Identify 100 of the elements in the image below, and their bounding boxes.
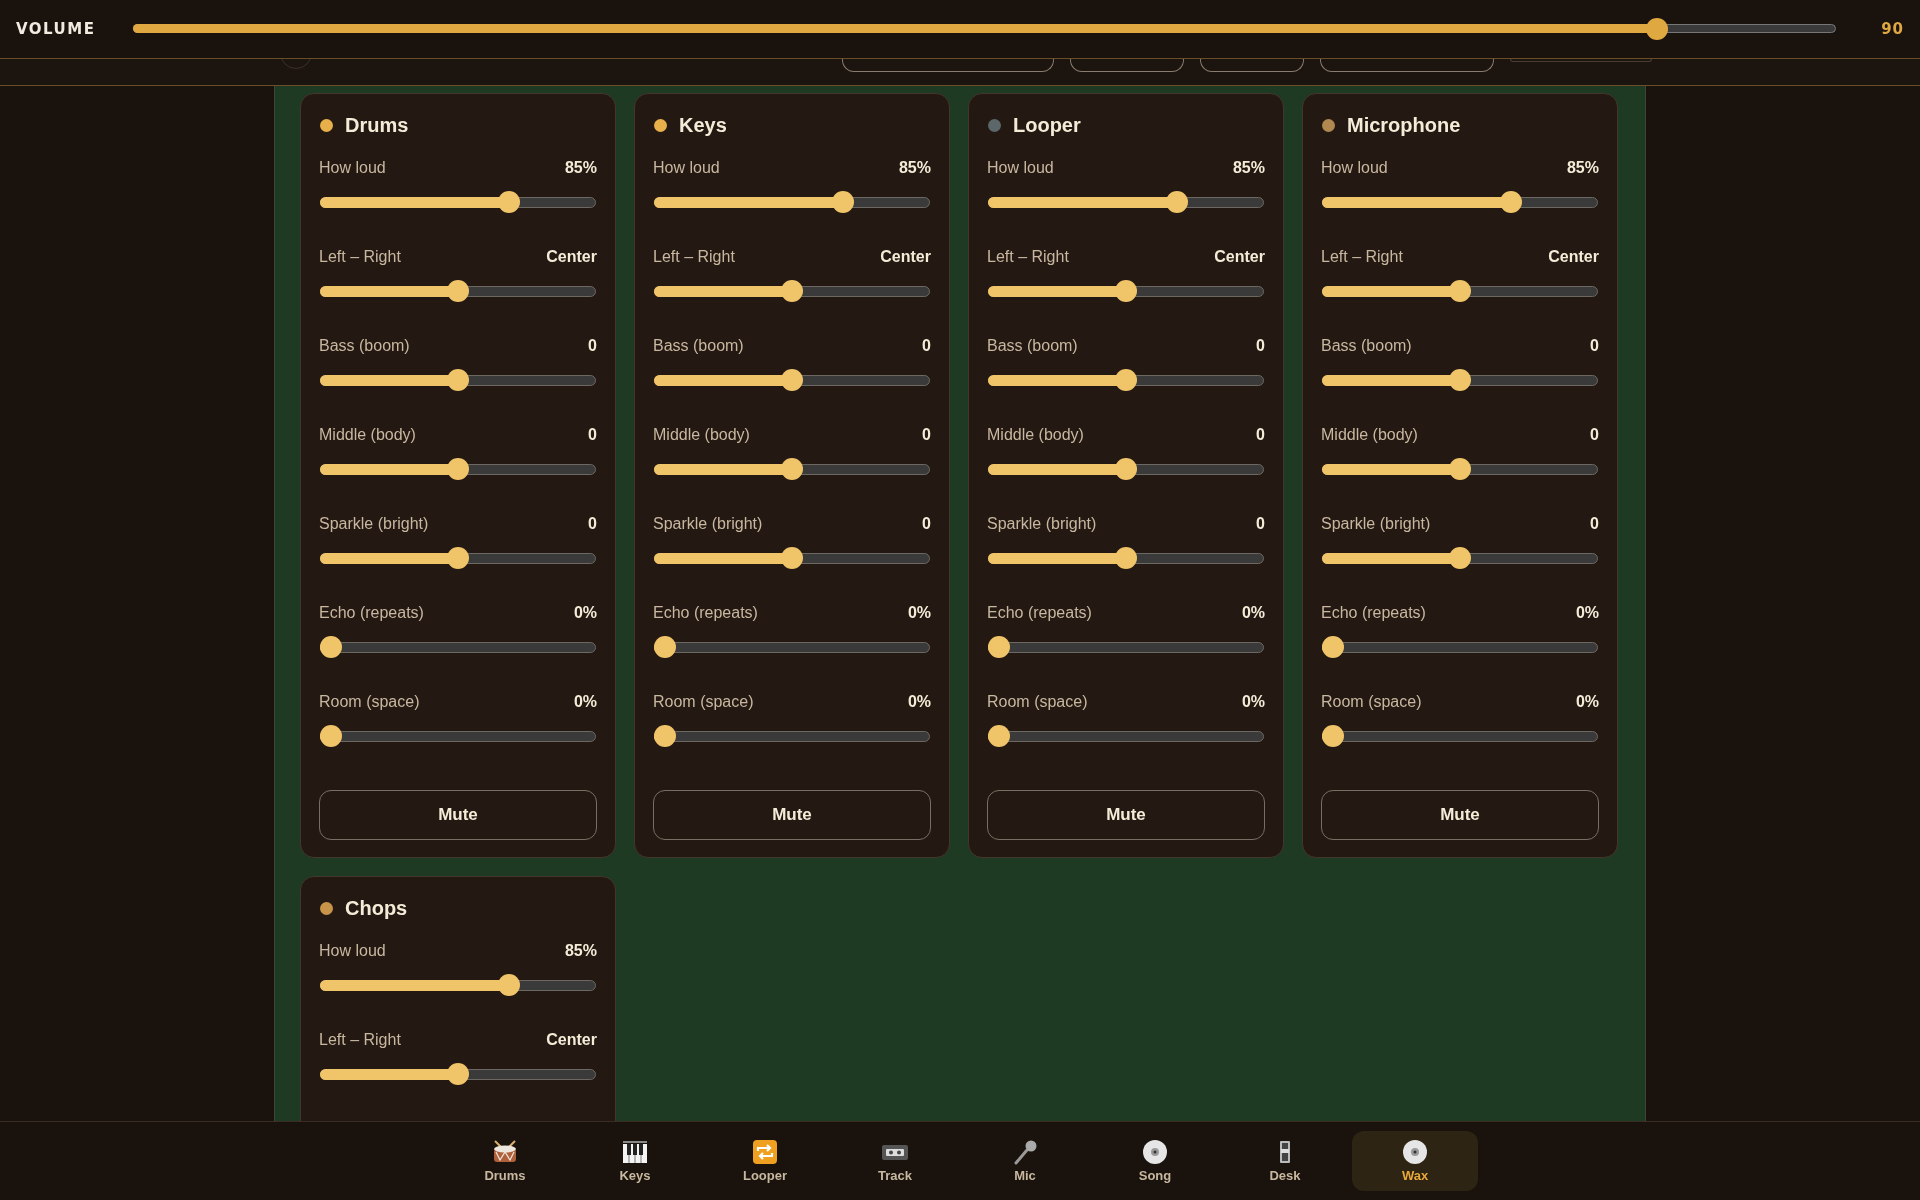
channel-name: Looper: [1013, 113, 1081, 137]
slider-thumb[interactable]: [1115, 547, 1137, 569]
slider-thumb[interactable]: [1115, 458, 1137, 480]
control-label: Echo (repeats): [1321, 604, 1426, 622]
control-label: Left – Right: [1321, 248, 1403, 266]
slider-thumb[interactable]: [988, 725, 1010, 747]
slider-thumb[interactable]: [447, 458, 469, 480]
slider-thumb[interactable]: [320, 725, 342, 747]
nav-tab[interactable]: Mic: [962, 1131, 1088, 1191]
control-label: Bass (boom): [1321, 337, 1412, 355]
slider[interactable]: [320, 547, 596, 569]
slider[interactable]: [988, 636, 1264, 658]
slider[interactable]: [654, 458, 930, 480]
slider[interactable]: [320, 369, 596, 391]
control-label: Echo (repeats): [987, 604, 1092, 622]
mute-button[interactable]: Mute: [987, 790, 1265, 840]
control-value: Center: [546, 1031, 597, 1049]
slider-thumb[interactable]: [988, 636, 1010, 658]
slider[interactable]: [988, 547, 1264, 569]
slider[interactable]: [654, 725, 930, 747]
slider-thumb[interactable]: [781, 280, 803, 302]
slider[interactable]: [320, 1063, 596, 1085]
mute-button[interactable]: Mute: [1321, 790, 1599, 840]
control-label: How loud: [1321, 159, 1388, 177]
slider[interactable]: [988, 725, 1264, 747]
volume-thumb[interactable]: [1645, 18, 1668, 40]
control-label: Left – Right: [653, 248, 735, 266]
control-value: 0: [922, 426, 931, 444]
slider[interactable]: [988, 458, 1264, 480]
slider[interactable]: [320, 725, 596, 747]
slider-thumb[interactable]: [497, 974, 520, 996]
volume-slider[interactable]: [133, 18, 1836, 40]
slider-thumb[interactable]: [1499, 191, 1522, 213]
slider-thumb[interactable]: [654, 725, 676, 747]
slider-thumb[interactable]: [1322, 725, 1344, 747]
disc-icon: [1141, 1139, 1169, 1165]
slider[interactable]: [1322, 547, 1598, 569]
slider[interactable]: [654, 547, 930, 569]
slider[interactable]: [988, 191, 1264, 213]
slider[interactable]: [1322, 369, 1598, 391]
nav-tab[interactable]: Wax: [1352, 1131, 1478, 1191]
slider-thumb[interactable]: [1115, 280, 1137, 302]
control-value: 85%: [1232, 159, 1265, 177]
slider-thumb[interactable]: [497, 191, 520, 213]
control-value: 85%: [564, 159, 597, 177]
control-value: 0: [922, 515, 931, 533]
control-value: 85%: [1566, 159, 1599, 177]
slider[interactable]: [1322, 191, 1598, 213]
control-value: 0: [922, 337, 931, 355]
slider-thumb[interactable]: [1322, 636, 1344, 658]
slider[interactable]: [320, 636, 596, 658]
slider[interactable]: [988, 280, 1264, 302]
slider[interactable]: [320, 974, 596, 996]
control-label: Room (space): [319, 693, 420, 711]
control-value: 0%: [1241, 693, 1265, 711]
control-value: 0: [1590, 515, 1599, 533]
slider[interactable]: [320, 191, 596, 213]
control-label: Room (space): [653, 693, 754, 711]
control-label: Sparkle (bright): [1321, 515, 1431, 533]
slider-thumb[interactable]: [1449, 547, 1471, 569]
slider[interactable]: [988, 369, 1264, 391]
slider[interactable]: [654, 636, 930, 658]
slider[interactable]: [320, 280, 596, 302]
nav-tab[interactable]: Song: [1092, 1131, 1218, 1191]
slider[interactable]: [654, 280, 930, 302]
slider-thumb[interactable]: [1165, 191, 1188, 213]
slider-thumb[interactable]: [447, 280, 469, 302]
nav-tab[interactable]: Track: [832, 1131, 958, 1191]
nav-tab[interactable]: Desk: [1222, 1131, 1348, 1191]
control-value: 85%: [898, 159, 931, 177]
slider[interactable]: [1322, 636, 1598, 658]
mute-button[interactable]: Mute: [319, 790, 597, 840]
slider-thumb[interactable]: [831, 191, 854, 213]
slider-thumb[interactable]: [447, 547, 469, 569]
slider[interactable]: [1322, 280, 1598, 302]
slider-thumb[interactable]: [781, 458, 803, 480]
nav-tab[interactable]: Looper: [702, 1131, 828, 1191]
control-value: 0%: [1575, 604, 1599, 622]
slider-thumb[interactable]: [447, 1063, 469, 1085]
slider-thumb[interactable]: [1449, 280, 1471, 302]
slider[interactable]: [1322, 725, 1598, 747]
slider-thumb[interactable]: [447, 369, 469, 391]
slider-thumb[interactable]: [1449, 369, 1471, 391]
slider-thumb[interactable]: [654, 636, 676, 658]
slider-thumb[interactable]: [781, 547, 803, 569]
channel-name: Keys: [679, 113, 727, 137]
channel-name: Chops: [345, 896, 408, 920]
slider-thumb[interactable]: [781, 369, 803, 391]
slider-thumb[interactable]: [1449, 458, 1471, 480]
piano-keys-icon: [621, 1139, 649, 1165]
nav-tab[interactable]: Keys: [572, 1131, 698, 1191]
nav-tab[interactable]: Drums: [442, 1131, 568, 1191]
control-value: Center: [546, 248, 597, 266]
mute-button[interactable]: Mute: [653, 790, 931, 840]
slider[interactable]: [654, 369, 930, 391]
slider-thumb[interactable]: [320, 636, 342, 658]
slider[interactable]: [320, 458, 596, 480]
slider[interactable]: [654, 191, 930, 213]
slider-thumb[interactable]: [1115, 369, 1137, 391]
slider[interactable]: [1322, 458, 1598, 480]
